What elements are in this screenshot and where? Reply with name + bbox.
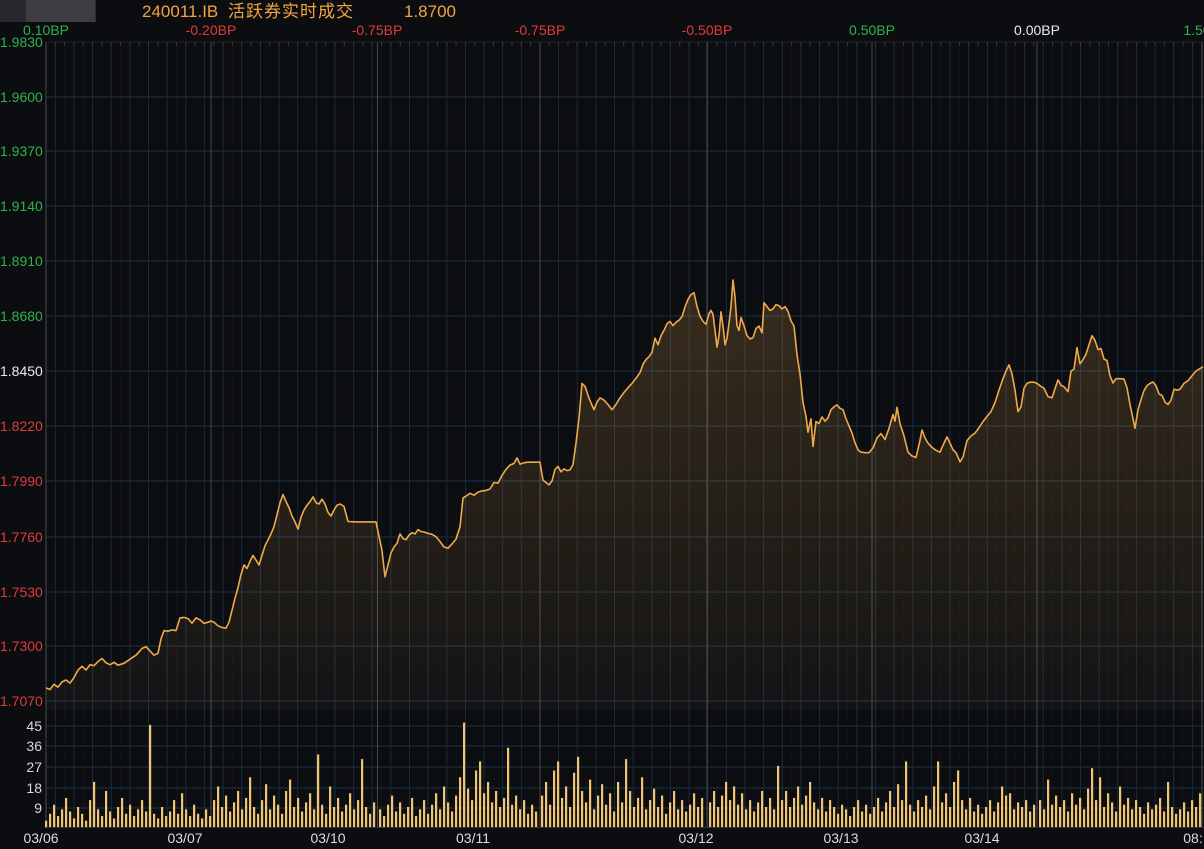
price-tick-label: 1.8450 bbox=[0, 363, 43, 379]
volume-bars bbox=[45, 722, 1202, 828]
price-tick-label: 1.9370 bbox=[0, 143, 43, 159]
bp-change-label: 0.00BP bbox=[1014, 22, 1060, 38]
volume-tick-label: 45 bbox=[26, 718, 42, 734]
volume-tick-label: 18 bbox=[26, 780, 42, 796]
price-tick-label: 1.8220 bbox=[0, 418, 43, 434]
bp-change-label: -0.50BP bbox=[681, 22, 733, 38]
date-tick-label: 03/13 bbox=[823, 830, 859, 846]
price-tick-label: 1.7760 bbox=[0, 529, 43, 545]
bp-change-label: 1.50 bbox=[1183, 22, 1204, 38]
date-tick-label: 03/10 bbox=[310, 830, 346, 846]
bp-change-label: -0.75BP bbox=[351, 22, 403, 38]
date-tick-label: 03/14 bbox=[964, 830, 1000, 846]
price-tick-label: 1.7300 bbox=[0, 638, 43, 654]
price-tick-label: 1.8910 bbox=[0, 253, 43, 269]
price-tick-label: 1.9830 bbox=[0, 34, 43, 50]
volume-tick-label: 27 bbox=[26, 759, 42, 775]
date-tick-label: 03/12 bbox=[678, 830, 714, 846]
bp-change-label: 0.50BP bbox=[849, 22, 895, 38]
price-tick-label: 1.8680 bbox=[0, 308, 43, 324]
price-area-fill bbox=[46, 280, 1203, 710]
date-tick-label: 03/06 bbox=[23, 830, 59, 846]
date-tick-label: 08: bbox=[1183, 830, 1203, 846]
bp-change-label: -0.75BP bbox=[514, 22, 566, 38]
volume-tick-label: 36 bbox=[26, 738, 42, 754]
price-tick-label: 1.7070 bbox=[0, 693, 43, 709]
date-tick-label: 03/07 bbox=[167, 830, 203, 846]
price-tick-label: 1.9140 bbox=[0, 198, 43, 214]
price-tick-label: 1.7990 bbox=[0, 473, 43, 489]
volume-tick-label: 9 bbox=[34, 800, 42, 816]
price-tick-label: 1.9600 bbox=[0, 89, 43, 105]
price-volume-chart[interactable] bbox=[0, 0, 1204, 849]
price-tick-label: 1.7530 bbox=[0, 584, 43, 600]
date-tick-label: 03/11 bbox=[456, 830, 490, 846]
bond-tick-chart-window: 240011.IB 活跃券实时成交 1.8700 0.10BP -0.20BP -0… bbox=[0, 0, 1204, 849]
bp-change-label: -0.20BP bbox=[185, 22, 237, 38]
